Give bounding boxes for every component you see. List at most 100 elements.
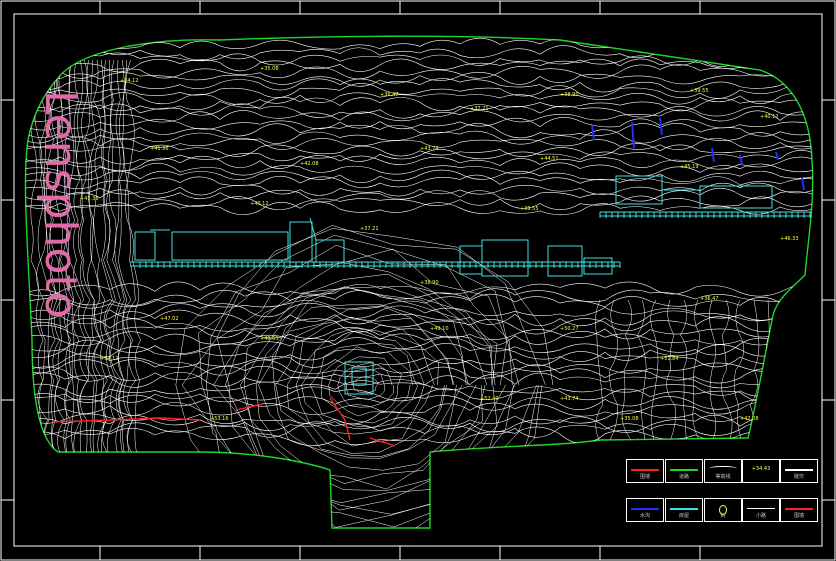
legend-label: 围墙 — [793, 513, 804, 519]
building-outline — [344, 361, 374, 395]
contour-line — [25, 372, 813, 389]
contour-line — [665, 299, 676, 476]
elevation-label: +49.10 — [430, 326, 449, 332]
contour-line — [122, 59, 138, 501]
legend-label: +34.43 — [751, 466, 771, 472]
wall-segment — [329, 397, 351, 441]
ditch-segment — [659, 117, 663, 136]
contour-line — [25, 386, 813, 403]
contour-line — [25, 415, 813, 433]
elevation-label: +36.47 — [700, 296, 719, 302]
elevation-label: +44.51 — [540, 156, 559, 162]
elevation-label: +40.12 — [760, 114, 779, 120]
elevation-label: +52.40 — [480, 396, 499, 402]
contour-line — [25, 322, 813, 340]
legend-item: 等高线 — [704, 459, 742, 483]
contour-line — [25, 103, 813, 119]
elevation-label: +39.55 — [520, 206, 539, 212]
contour-line — [775, 299, 785, 476]
contour-line — [680, 299, 688, 476]
contour-line — [243, 286, 493, 491]
legend-label: 陡坎 — [793, 474, 804, 480]
contour-line — [637, 299, 647, 476]
contour-line — [25, 182, 813, 197]
elevation-label: +40.12 — [250, 201, 269, 207]
ditch-segment — [591, 124, 595, 141]
contour-line — [749, 299, 760, 476]
contour-line — [25, 187, 813, 203]
contour-line — [100, 59, 114, 501]
elevation-label: +47.02 — [160, 316, 179, 322]
contour-line — [25, 358, 813, 376]
building-outline — [171, 231, 289, 261]
contour-line — [124, 59, 143, 501]
contour-line — [25, 97, 813, 112]
legend-item: 围墙 — [626, 459, 664, 483]
building-outline — [547, 245, 583, 277]
contour-line — [733, 299, 745, 476]
ditch-segment — [739, 154, 743, 166]
contour-icon — [709, 466, 737, 473]
contour-line — [25, 351, 813, 369]
legend-label: 房屋 — [678, 513, 689, 519]
legend-label: 等高线 — [715, 474, 731, 480]
elevation-label: +41.36 — [150, 146, 169, 152]
building-outline — [315, 239, 345, 263]
building-outline — [459, 245, 483, 275]
ditch-segment — [801, 177, 805, 191]
legend-item: 陡坎 — [780, 459, 818, 483]
contour-line — [25, 336, 813, 356]
elevation-label: +35.08 — [260, 66, 279, 72]
elevation-label: +38.90 — [420, 280, 439, 286]
legend-label: 树 — [720, 513, 726, 519]
building-outline — [134, 231, 156, 261]
legend-item: 围墙 — [780, 498, 818, 522]
contour-line — [181, 228, 546, 528]
watermark: Lensphoto — [35, 90, 86, 319]
elevation-label: +34.12 — [120, 78, 139, 84]
legend-label: 围墙 — [639, 474, 650, 480]
legend-item: 小路 — [742, 498, 780, 522]
legend-item: +34.43 — [742, 459, 780, 483]
contour-line — [240, 286, 488, 490]
legend-item: 水沟 — [626, 498, 664, 522]
building-outline — [289, 221, 313, 263]
elevation-label: +37.21 — [360, 226, 379, 232]
contour-line — [25, 169, 813, 184]
contour-line — [175, 225, 554, 528]
legend-item: 道路 — [665, 459, 703, 483]
contour-line — [25, 302, 813, 321]
elevation-label: +43.74 — [560, 396, 579, 402]
elevation-label: +36.47 — [380, 92, 399, 98]
contour-line — [25, 316, 813, 335]
contour-line — [692, 299, 704, 476]
legend-item: 树 — [704, 498, 742, 522]
contour-line — [25, 117, 813, 131]
elevation-label: +51.84 — [660, 356, 679, 362]
legend-label: 水沟 — [639, 513, 650, 519]
elevation-label: +48.65 — [260, 336, 279, 342]
contour-line — [594, 299, 603, 476]
elevation-label: +45.19 — [680, 164, 699, 170]
building-edge — [309, 217, 317, 241]
elevation-label: +53.16 — [210, 416, 229, 422]
building-outline — [481, 239, 529, 277]
contour-line — [650, 299, 661, 476]
contour-line — [25, 90, 813, 105]
contour-line — [25, 52, 813, 67]
ditch-segment — [711, 147, 715, 163]
elevation-label: +42.08 — [300, 161, 319, 167]
elevation-label: +46.33 — [780, 236, 799, 242]
elevation-label: +34.12 — [100, 356, 119, 362]
ditch-segment — [631, 121, 635, 149]
elevation-label: +50.27 — [560, 326, 579, 332]
legend-label: 道路 — [678, 474, 689, 480]
elevation-label: +38.90 — [560, 92, 579, 98]
contour-line — [764, 299, 774, 476]
elevation-label: +37.21 — [470, 106, 489, 112]
watermark-text: Lensphoto — [35, 90, 86, 319]
legend-label: 小路 — [755, 513, 766, 519]
ditch-segment — [775, 151, 779, 161]
contour-line — [213, 261, 506, 511]
elevation-label: +35.08 — [620, 416, 639, 422]
